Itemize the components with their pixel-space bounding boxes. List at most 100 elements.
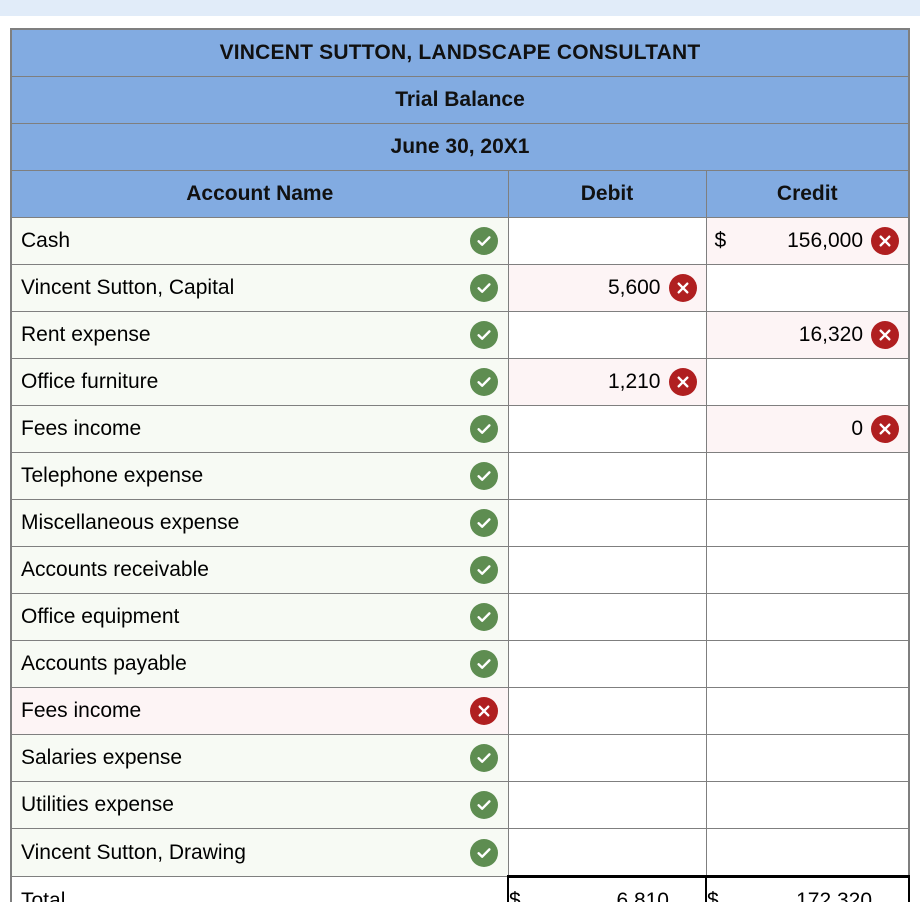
status-spacer bbox=[669, 556, 697, 584]
credit-cell[interactable]: 16,320 bbox=[705, 311, 910, 359]
credit-cell[interactable] bbox=[705, 734, 910, 782]
status-spacer bbox=[677, 887, 705, 902]
total-credit-currency-symbol: $ bbox=[707, 889, 719, 902]
debit-cell[interactable]: 1,210 bbox=[507, 358, 707, 406]
account-name-label: Fees income bbox=[21, 699, 142, 722]
debit-value: 1,210 bbox=[607, 370, 661, 393]
account-name-cell[interactable]: Miscellaneous expense bbox=[10, 499, 509, 547]
account-name-cell[interactable]: Cash bbox=[10, 217, 509, 265]
debit-cell[interactable] bbox=[507, 781, 707, 829]
debit-cell[interactable] bbox=[507, 452, 707, 500]
credit-cell[interactable] bbox=[705, 358, 910, 406]
account-name-cell[interactable]: Office furniture bbox=[10, 358, 509, 406]
status-spacer bbox=[871, 838, 899, 866]
account-name-label: Accounts payable bbox=[21, 652, 187, 675]
account-name-cell[interactable]: Salaries expense bbox=[10, 734, 509, 782]
account-name-cell[interactable]: Vincent Sutton, Drawing bbox=[10, 828, 509, 877]
credit-currency-symbol: $ bbox=[714, 229, 727, 252]
credit-cell[interactable] bbox=[705, 593, 910, 641]
table-row: Utilities expense bbox=[10, 781, 910, 829]
report-date: June 30, 20X1 bbox=[10, 123, 910, 171]
total-credit-value: 172,320 bbox=[796, 889, 873, 902]
credit-cell[interactable] bbox=[705, 640, 910, 688]
trial-balance-table: VINCENT SUTTON, LANDSCAPE CONSULTANT Tri… bbox=[10, 28, 911, 902]
credit-value: 16,320 bbox=[798, 323, 864, 346]
credit-value: 156,000 bbox=[787, 229, 864, 252]
check-circle-icon bbox=[469, 368, 498, 396]
status-spacer bbox=[669, 415, 697, 443]
debit-cell[interactable] bbox=[507, 405, 707, 453]
debit-value: 5,600 bbox=[607, 276, 661, 299]
check-circle-icon bbox=[469, 415, 498, 443]
debit-cell[interactable] bbox=[507, 687, 707, 735]
credit-cell[interactable] bbox=[705, 828, 910, 877]
total-label-cell: Total bbox=[10, 876, 509, 902]
check-circle-icon bbox=[469, 791, 498, 819]
total-debit-currency-symbol: $ bbox=[509, 889, 521, 902]
credit-cell[interactable]: 0 bbox=[705, 405, 910, 453]
debit-cell[interactable] bbox=[507, 546, 707, 594]
account-name-label: Rent expense bbox=[21, 323, 151, 346]
credit-value: 0 bbox=[851, 417, 864, 440]
debit-cell[interactable] bbox=[507, 640, 707, 688]
status-spacer bbox=[871, 556, 899, 584]
credit-cell[interactable] bbox=[705, 499, 910, 547]
check-circle-icon bbox=[469, 603, 498, 631]
status-spacer bbox=[871, 744, 899, 772]
table-row: Fees income 0 bbox=[10, 405, 910, 453]
table-row: Vincent Sutton, Drawing bbox=[10, 828, 910, 877]
credit-cell[interactable] bbox=[705, 687, 910, 735]
status-spacer bbox=[669, 838, 697, 866]
credit-cell[interactable] bbox=[705, 264, 910, 312]
table-row: Accounts payable bbox=[10, 640, 910, 688]
check-circle-icon bbox=[469, 744, 498, 772]
status-spacer bbox=[871, 462, 899, 490]
table-row: Rent expense 16,320 bbox=[10, 311, 910, 359]
total-row: Total $6,810 $172,320 bbox=[10, 875, 911, 902]
check-circle-icon bbox=[469, 274, 498, 302]
debit-cell[interactable] bbox=[507, 593, 707, 641]
debit-cell[interactable]: 5,600 bbox=[507, 264, 707, 312]
debit-cell[interactable] bbox=[507, 311, 707, 359]
account-name-cell[interactable]: Office equipment bbox=[10, 593, 509, 641]
table-row: Vincent Sutton, Capital 5,600 bbox=[10, 264, 910, 312]
account-name-label: Accounts receivable bbox=[21, 558, 209, 581]
check-circle-icon bbox=[469, 462, 498, 490]
debit-cell[interactable] bbox=[507, 734, 707, 782]
table-row: Miscellaneous expense bbox=[10, 499, 910, 547]
report-company-title: VINCENT SUTTON, LANDSCAPE CONSULTANT bbox=[10, 28, 910, 77]
account-name-cell[interactable]: Fees income bbox=[10, 687, 509, 735]
account-name-label: Cash bbox=[21, 229, 71, 252]
status-spacer bbox=[669, 603, 697, 631]
total-label: Total bbox=[21, 888, 66, 902]
x-circle-icon bbox=[668, 274, 697, 302]
debit-cell[interactable] bbox=[507, 217, 707, 265]
account-name-cell[interactable]: Vincent Sutton, Capital bbox=[10, 264, 509, 312]
status-spacer bbox=[871, 697, 899, 725]
credit-cell[interactable] bbox=[705, 781, 910, 829]
check-circle-icon bbox=[469, 650, 498, 678]
status-spacer bbox=[871, 509, 899, 537]
account-name-cell[interactable]: Telephone expense bbox=[10, 452, 509, 500]
x-circle-icon bbox=[871, 415, 900, 443]
credit-cell[interactable] bbox=[705, 546, 910, 594]
account-name-cell[interactable]: Rent expense bbox=[10, 311, 509, 359]
debit-cell[interactable] bbox=[507, 499, 707, 547]
page-top-accent-bar bbox=[0, 0, 920, 16]
account-name-cell[interactable]: Accounts payable bbox=[10, 640, 509, 688]
report-statement-title: Trial Balance bbox=[10, 76, 910, 124]
credit-cell[interactable] bbox=[705, 452, 910, 500]
account-name-label: Office equipment bbox=[21, 605, 180, 628]
check-circle-icon bbox=[469, 838, 498, 867]
debit-cell[interactable] bbox=[507, 828, 707, 877]
account-name-cell[interactable]: Utilities expense bbox=[10, 781, 509, 829]
account-name-label: Vincent Sutton, Capital bbox=[21, 276, 235, 299]
account-name-label: Office furniture bbox=[21, 370, 159, 393]
column-header-credit: Credit bbox=[705, 170, 910, 218]
account-name-cell[interactable]: Fees income bbox=[10, 405, 509, 453]
credit-cell[interactable]: $156,000 bbox=[705, 217, 910, 265]
table-row: Fees income bbox=[10, 687, 910, 735]
account-name-cell[interactable]: Accounts receivable bbox=[10, 546, 509, 594]
x-circle-icon bbox=[469, 697, 498, 725]
status-spacer bbox=[669, 227, 697, 255]
